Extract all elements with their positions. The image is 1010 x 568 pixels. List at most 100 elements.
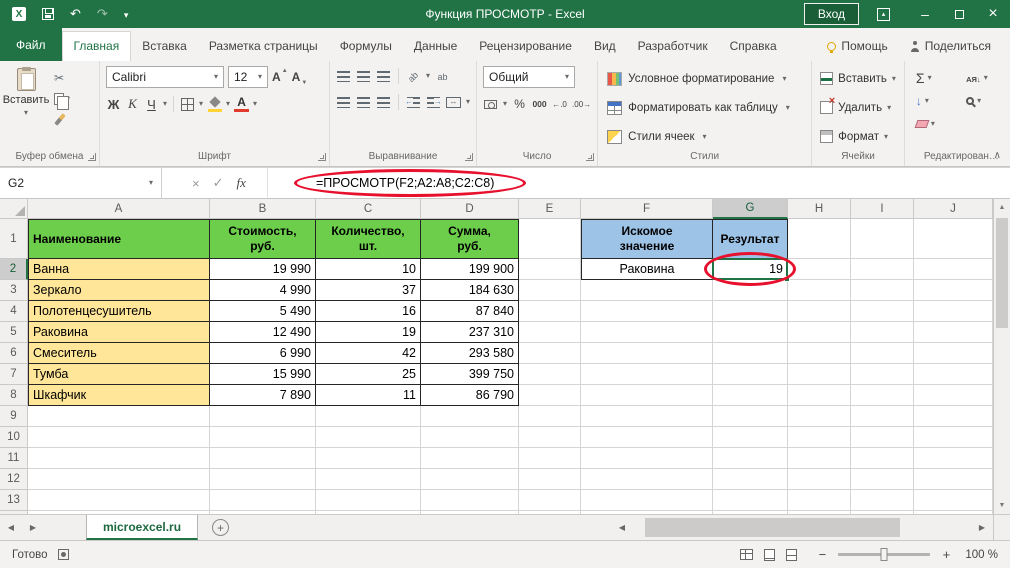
cell-G2[interactable]: 19 [713, 259, 788, 280]
cell-H1[interactable] [788, 219, 851, 259]
cell-F2[interactable]: Раковина [581, 259, 713, 280]
formula-input[interactable]: =ПРОСМОТР(F2;A2:A8;C2:C8) [268, 168, 1010, 198]
cell-I11[interactable] [851, 448, 914, 469]
add-sheet-button[interactable] [212, 519, 229, 536]
cell-E10[interactable] [519, 427, 581, 448]
cell-F9[interactable] [581, 406, 713, 427]
tab-home[interactable]: Главная [62, 31, 132, 61]
cell-D1[interactable]: Сумма, руб. [421, 219, 519, 259]
increase-font-size-button[interactable] [272, 67, 288, 87]
cell-A9[interactable] [28, 406, 210, 427]
font-size-select[interactable]: 12 [228, 66, 268, 88]
column-header-G[interactable]: G [713, 199, 788, 219]
paste-button[interactable]: Вставить [3, 65, 49, 150]
cell-I6[interactable] [851, 343, 914, 364]
row-header-3[interactable]: 3 [0, 280, 28, 301]
cell-E8[interactable] [519, 385, 581, 406]
cell-C9[interactable] [316, 406, 421, 427]
underline-button[interactable]: Ч [144, 94, 159, 114]
cell-B11[interactable] [210, 448, 316, 469]
cell-G12[interactable] [713, 469, 788, 490]
autosum-button[interactable]: Σ [916, 68, 954, 87]
cell-D10[interactable] [421, 427, 519, 448]
cell-D4[interactable]: 87 840 [421, 301, 519, 322]
zoom-out-button[interactable] [815, 547, 829, 562]
tab-data[interactable]: Данные [403, 32, 468, 61]
cell-A8[interactable]: Шкафчик [28, 385, 210, 406]
cell-E12[interactable] [519, 469, 581, 490]
cell-C5[interactable]: 19 [316, 322, 421, 343]
cell-F4[interactable] [581, 301, 713, 322]
find-select-button[interactable] [966, 91, 1007, 110]
borders-button[interactable] [180, 94, 195, 114]
cell-E9[interactable] [519, 406, 581, 427]
cell-D5[interactable]: 237 310 [421, 322, 519, 343]
row-header-2[interactable]: 2 [0, 259, 28, 280]
cell-I7[interactable] [851, 364, 914, 385]
cell-F11[interactable] [581, 448, 713, 469]
tab-review[interactable]: Рецензирование [468, 32, 583, 61]
maximize-button[interactable] [942, 0, 976, 28]
alignment-dialog-launcher[interactable] [465, 153, 473, 161]
orientation-button[interactable] [406, 66, 421, 86]
cell-I10[interactable] [851, 427, 914, 448]
cell-E6[interactable] [519, 343, 581, 364]
cell-D11[interactable] [421, 448, 519, 469]
cell-B8[interactable]: 7 890 [210, 385, 316, 406]
cell-J7[interactable] [914, 364, 993, 385]
horizontal-scrollbar[interactable] [611, 515, 993, 540]
clipboard-dialog-launcher[interactable] [88, 153, 96, 161]
cell-D7[interactable]: 399 750 [421, 364, 519, 385]
cell-J10[interactable] [914, 427, 993, 448]
undo-icon[interactable] [70, 7, 81, 21]
row-header-4[interactable]: 4 [0, 301, 28, 322]
cell-H4[interactable] [788, 301, 851, 322]
column-header-B[interactable]: B [210, 199, 316, 219]
cell-H13[interactable] [788, 490, 851, 511]
excel-app-icon[interactable] [12, 7, 26, 21]
vertical-scrollbar[interactable] [993, 199, 1010, 514]
page-layout-view-icon[interactable] [764, 549, 775, 561]
cell-G8[interactable] [713, 385, 788, 406]
cell-J13[interactable] [914, 490, 993, 511]
cell-G3[interactable] [713, 280, 788, 301]
column-header-H[interactable]: H [788, 199, 851, 219]
cell-G1[interactable]: Результат [713, 219, 788, 259]
cell-E11[interactable] [519, 448, 581, 469]
cut-button[interactable] [54, 69, 70, 86]
cell-F1[interactable]: Искомое значение [581, 219, 713, 259]
delete-cells-button[interactable]: Удалить [815, 96, 901, 119]
row-header-11[interactable]: 11 [0, 448, 28, 469]
fill-color-button[interactable] [207, 94, 222, 114]
cell-H11[interactable] [788, 448, 851, 469]
align-bottom-button[interactable] [376, 66, 391, 86]
cell-D6[interactable]: 293 580 [421, 343, 519, 364]
ribbon-display-options-icon[interactable] [877, 8, 890, 21]
row-header-7[interactable]: 7 [0, 364, 28, 385]
sheet-tab-microexcel[interactable]: microexcel.ru [86, 515, 198, 540]
close-button[interactable] [976, 0, 1010, 28]
minimize-button[interactable] [908, 0, 942, 28]
cell-G13[interactable] [713, 490, 788, 511]
cell-C4[interactable]: 16 [316, 301, 421, 322]
font-name-select[interactable]: Calibri [106, 66, 224, 88]
macro-record-icon[interactable] [58, 549, 69, 560]
column-header-I[interactable]: I [851, 199, 914, 219]
cell-G6[interactable] [713, 343, 788, 364]
cell-D8[interactable]: 86 790 [421, 385, 519, 406]
tab-formulas[interactable]: Формулы [329, 32, 403, 61]
cell-A6[interactable]: Смеситель [28, 343, 210, 364]
cell-F3[interactable] [581, 280, 713, 301]
row-header-1[interactable]: 1 [0, 219, 28, 259]
zoom-slider[interactable] [838, 553, 930, 556]
cancel-icon[interactable]: × [192, 176, 200, 191]
cell-H5[interactable] [788, 322, 851, 343]
cell-F13[interactable] [581, 490, 713, 511]
cell-A13[interactable] [28, 490, 210, 511]
enter-icon[interactable]: ✓ [213, 175, 224, 191]
row-header-9[interactable]: 9 [0, 406, 28, 427]
cell-F8[interactable] [581, 385, 713, 406]
cell-A3[interactable]: Зеркало [28, 280, 210, 301]
cell-A12[interactable] [28, 469, 210, 490]
italic-button[interactable]: К [125, 94, 140, 114]
